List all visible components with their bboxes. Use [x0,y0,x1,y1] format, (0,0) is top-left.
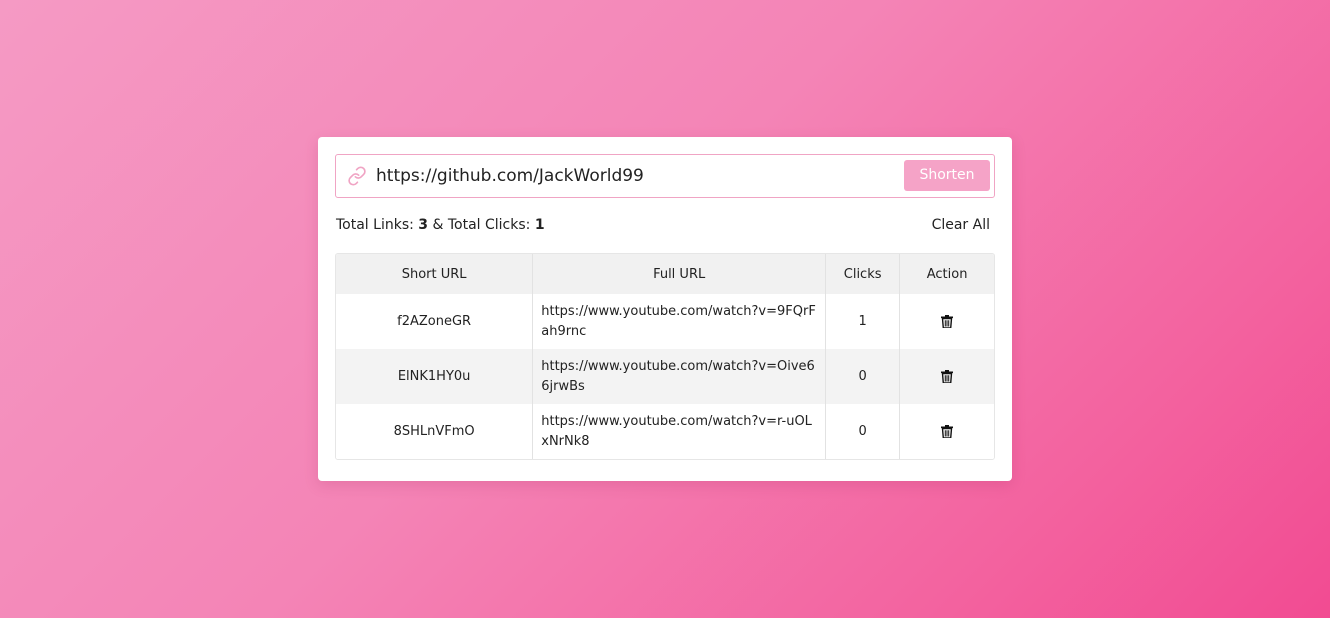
short-url-cell[interactable]: f2AZoneGR [336,294,534,349]
short-url-cell[interactable]: ElNK1HY0u [336,349,534,404]
url-shortener-card: Shorten Total Links: 3 & Total Clicks: 1… [318,137,1012,481]
clicks-cell: 0 [825,349,901,404]
total-links-label: Total Links: [336,217,414,233]
total-clicks-label: & Total Clicks: [432,217,531,233]
header-short-url: Short URL [336,254,534,294]
header-full-url: Full URL [532,254,827,294]
short-url-cell[interactable]: 8SHLnVFmO [336,404,534,459]
trash-icon[interactable] [941,315,954,328]
header-action: Action [899,254,994,294]
total-clicks-count: 1 [534,217,545,233]
clear-all-button[interactable]: Clear All [932,217,990,233]
table-row: 8SHLnVFmO https://www.youtube.com/watch?… [336,404,994,459]
totals-summary: Total Links: 3 & Total Clicks: 1 [336,217,545,233]
clicks-cell: 1 [825,294,901,349]
table-row: ElNK1HY0u https://www.youtube.com/watch?… [336,349,994,404]
action-cell [899,294,994,349]
url-input[interactable] [376,162,896,190]
full-url-cell: https://www.youtube.com/watch?v=r-uOLxNr… [532,404,827,459]
action-cell [899,349,994,404]
action-cell [899,404,994,459]
links-table: Short URL Full URL Clicks Action f2AZone… [336,254,994,459]
table-row: f2AZoneGR https://www.youtube.com/watch?… [336,294,994,349]
links-table-wrapper: Short URL Full URL Clicks Action f2AZone… [335,253,995,460]
link-icon [348,166,366,186]
table-header-row: Short URL Full URL Clicks Action [336,254,994,294]
full-url-cell: https://www.youtube.com/watch?v=9FQrFah9… [532,294,827,349]
trash-icon[interactable] [941,370,954,383]
shorten-button[interactable]: Shorten [904,160,990,191]
total-links-count: 3 [418,217,429,233]
header-clicks: Clicks [825,254,901,294]
trash-icon[interactable] [941,425,954,438]
clicks-cell: 0 [825,404,901,459]
full-url-cell: https://www.youtube.com/watch?v=Oive66jr… [532,349,827,404]
url-input-bar: Shorten [335,154,995,198]
